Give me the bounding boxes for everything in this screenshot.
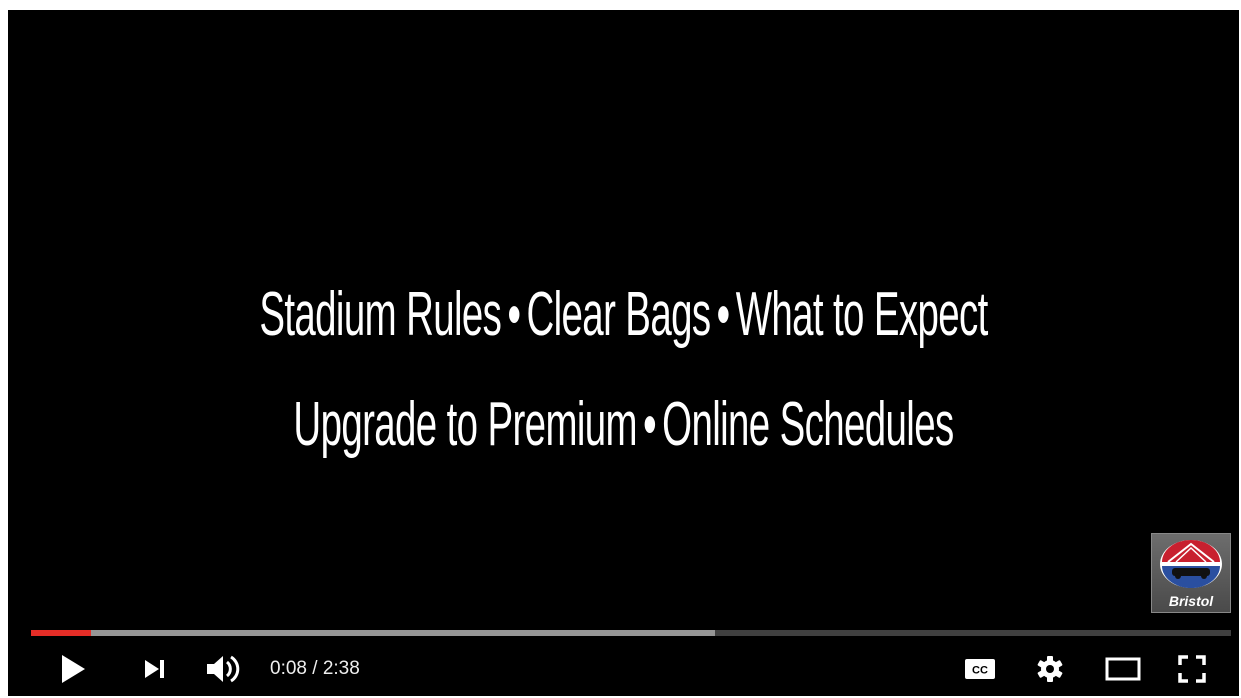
next-button[interactable] [133, 642, 177, 696]
theater-icon [1105, 657, 1141, 681]
settings-button[interactable] [1028, 642, 1072, 696]
time-display: 0:08 / 2:38 [270, 642, 360, 696]
title-item: What to Expect [735, 280, 989, 349]
bristol-logo-icon [1160, 540, 1222, 588]
settings-icon [1037, 656, 1063, 682]
title-item: Online Schedules [662, 390, 954, 459]
fullscreen-button[interactable] [1170, 642, 1214, 696]
control-bar: 0:08 / 2:38 CC [8, 642, 1239, 696]
channel-watermark[interactable]: Bristol [1151, 533, 1231, 613]
title-item: Upgrade to Premium [293, 390, 637, 459]
progress-buffered [31, 630, 715, 636]
bullet: • [716, 280, 730, 349]
watermark-label: Bristol [1168, 593, 1214, 609]
video-player[interactable]: Stadium Rules• Clear Bags•What to Expect … [8, 10, 1239, 696]
title-item: Clear Bags [526, 280, 711, 349]
theater-mode-button[interactable] [1098, 642, 1148, 696]
title-line-1: Stadium Rules• Clear Bags•What to Expect [242, 260, 1005, 370]
bullet: • [643, 390, 656, 459]
progress-played [31, 630, 91, 636]
captions-button[interactable]: CC [958, 642, 1002, 696]
current-time: 0:08 [270, 658, 307, 679]
video-title-card: Stadium Rules• Clear Bags•What to Expect … [242, 260, 1005, 480]
play-button[interactable] [48, 642, 98, 696]
cc-icon: CC [965, 659, 995, 679]
title-line-2: Upgrade to Premium• Online Schedules [242, 370, 1005, 480]
bullet: • [507, 280, 521, 349]
play-icon [62, 655, 85, 683]
title-item: Stadium Rules [259, 280, 502, 349]
duration: 2:38 [322, 658, 360, 679]
volume-button[interactable] [198, 642, 248, 696]
fullscreen-icon [1178, 655, 1206, 683]
next-icon [145, 660, 164, 678]
time-separator: / [306, 658, 323, 679]
cc-label: CC [972, 665, 988, 677]
volume-icon [207, 655, 240, 683]
progress-bar[interactable] [31, 630, 1231, 636]
video-frame[interactable]: Stadium Rules• Clear Bags•What to Expect … [8, 10, 1239, 696]
